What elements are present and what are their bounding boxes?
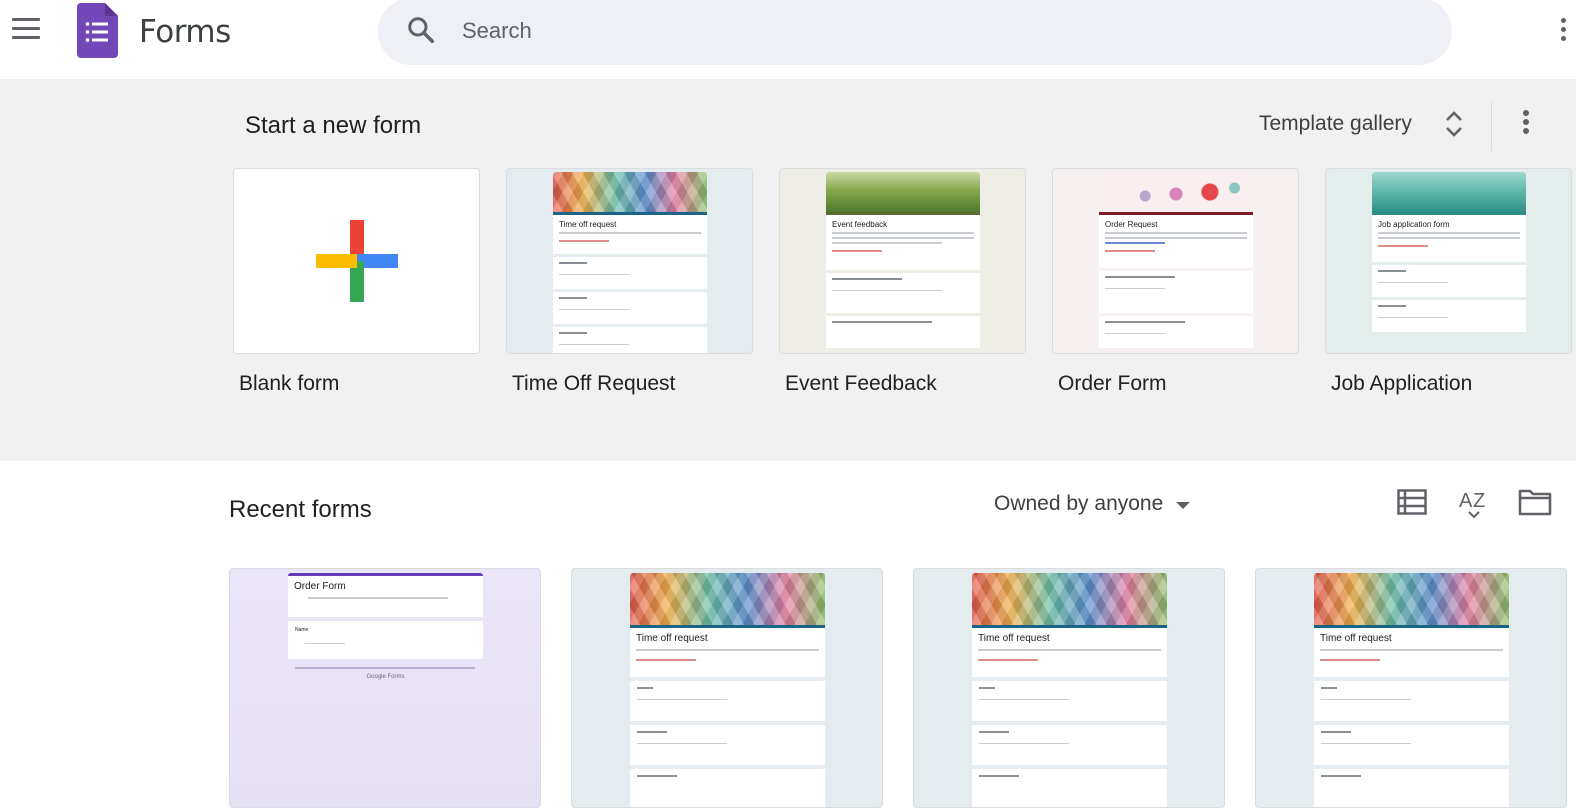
template-preview: Event feedback	[826, 172, 980, 348]
template-card[interactable]: Job application form	[1325, 168, 1572, 354]
preview-title: Time off request	[559, 220, 617, 229]
recent-form-card[interactable]: Time off request	[571, 568, 883, 808]
template-job-application[interactable]: Job application form Job Application	[1325, 168, 1572, 396]
preview-footer: Google Forms	[366, 674, 405, 680]
owner-filter-label: Owned by anyone	[994, 492, 1164, 515]
divider	[1491, 101, 1492, 151]
more-options-icon[interactable]	[1518, 110, 1534, 140]
mosaic-banner-image	[1314, 573, 1509, 625]
template-time-off[interactable]: Time off request Time Off Request	[506, 168, 753, 396]
template-preview: Order Request	[1099, 172, 1253, 348]
unfold-more-icon	[1446, 111, 1462, 137]
recent-form-card[interactable]: Order Form Name Google Forms	[229, 568, 541, 808]
preview-title: Time off request	[1320, 633, 1392, 644]
sort-az-icon[interactable]: A Z	[1459, 486, 1489, 520]
search-input[interactable]	[462, 14, 1362, 48]
preview-field: Name	[295, 627, 309, 633]
mosaic-banner-image	[630, 573, 825, 625]
svg-text:Z: Z	[1473, 490, 1485, 512]
template-blank[interactable]: Blank form	[233, 168, 480, 396]
form-preview: Time off request	[972, 573, 1167, 807]
preview-title: Time off request	[978, 633, 1050, 644]
template-label: Blank form	[239, 372, 340, 395]
template-card[interactable]: Order Request	[1052, 168, 1299, 354]
template-preview: Time off request	[553, 172, 707, 353]
template-label: Time Off Request	[512, 372, 676, 395]
main-menu-icon[interactable]	[12, 18, 40, 44]
app-header: Forms	[0, 0, 1576, 79]
owner-filter-dropdown[interactable]: Owned by anyone	[994, 488, 1191, 520]
template-preview: Job application form	[1372, 172, 1526, 332]
preview-title: Job application form	[1378, 220, 1450, 229]
app-title[interactable]: Forms	[139, 14, 231, 50]
template-gallery-button[interactable]: Template gallery	[1246, 99, 1478, 149]
form-preview: Time off request	[1314, 573, 1509, 807]
preview-title: Time off request	[636, 633, 708, 644]
picnic-banner-image	[826, 172, 980, 212]
svg-text:A: A	[1459, 490, 1473, 512]
preview-title: Order Request	[1105, 220, 1158, 229]
mosaic-banner-image	[553, 172, 707, 212]
more-apps-icon[interactable]	[1561, 18, 1569, 48]
preview-title: Order Form	[294, 581, 346, 592]
template-order-form[interactable]: Order Request Order Form	[1052, 168, 1299, 396]
form-preview: Order Form Name Google Forms	[288, 573, 483, 680]
template-card[interactable]: Event feedback	[779, 168, 1026, 354]
form-preview: Time off request	[630, 573, 825, 807]
dropdown-arrow-icon	[1176, 501, 1191, 509]
template-card[interactable]: Time off request	[506, 168, 753, 354]
template-section: Start a new form Template gallery Blank …	[0, 79, 1576, 461]
floral-banner-image	[1099, 172, 1253, 212]
preview-title: Event feedback	[832, 220, 888, 229]
recent-form-card[interactable]: Time off request	[1255, 568, 1567, 808]
template-label: Job Application	[1331, 372, 1473, 395]
list-view-icon[interactable]	[1397, 489, 1427, 515]
template-gallery-label: Template gallery	[1259, 112, 1412, 135]
plus-icon	[316, 220, 398, 302]
template-label: Order Form	[1058, 372, 1167, 395]
search-icon[interactable]	[406, 15, 436, 45]
template-card[interactable]	[233, 168, 480, 354]
template-label: Event Feedback	[785, 372, 937, 395]
forms-logo-icon[interactable]	[77, 3, 118, 58]
search-bar[interactable]	[378, 0, 1452, 65]
section-title-start-new: Start a new form	[245, 112, 422, 139]
folder-icon[interactable]	[1518, 488, 1552, 516]
city-banner-image	[1372, 172, 1526, 212]
template-event-feedback[interactable]: Event feedback Event Feedback	[779, 168, 1026, 396]
section-title-recent: Recent forms	[229, 496, 372, 523]
mosaic-banner-image	[972, 573, 1167, 625]
recent-form-card[interactable]: Time off request	[913, 568, 1225, 808]
